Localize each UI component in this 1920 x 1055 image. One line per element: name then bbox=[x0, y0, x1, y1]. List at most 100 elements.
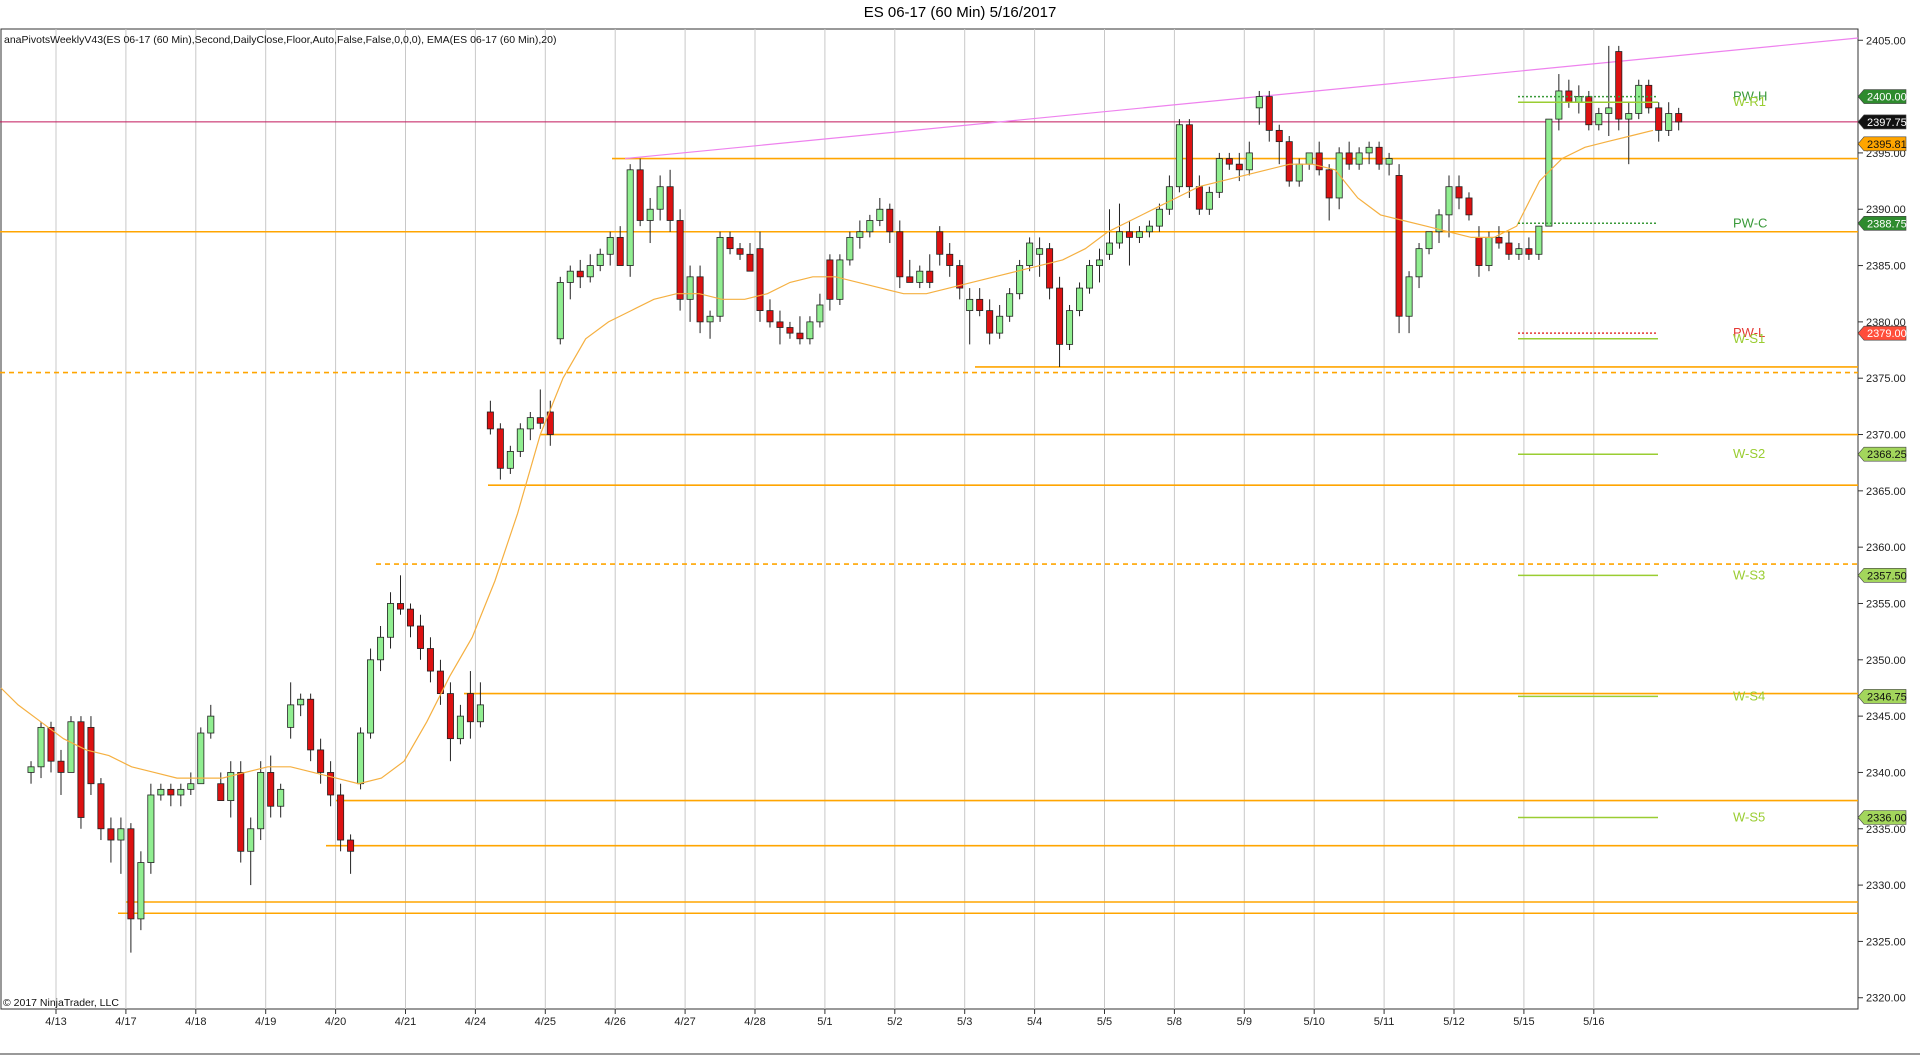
candle-body bbox=[766, 310, 774, 323]
price-tag-text: 2346.75 bbox=[1867, 691, 1907, 703]
candle-body bbox=[1185, 124, 1193, 188]
candle-body bbox=[1615, 51, 1623, 120]
candle-body bbox=[816, 304, 824, 323]
candle-body bbox=[117, 828, 125, 841]
x-tick-label: 5/2 bbox=[887, 1016, 902, 1028]
candle-body bbox=[1076, 287, 1084, 312]
candle-body bbox=[626, 169, 634, 266]
y-tick-label: 2355.00 bbox=[1866, 598, 1906, 610]
candle-body bbox=[866, 220, 874, 233]
candle-body bbox=[1205, 191, 1213, 210]
candle-body bbox=[796, 332, 804, 340]
pivot-label: W-S5 bbox=[1733, 810, 1765, 825]
candle-body bbox=[1525, 248, 1533, 255]
candle-body bbox=[1655, 107, 1663, 131]
candle-body bbox=[486, 411, 494, 430]
y-tick-label: 2375.00 bbox=[1866, 373, 1906, 385]
candle-body bbox=[976, 298, 984, 312]
candle-body bbox=[996, 315, 1004, 334]
candle-body bbox=[207, 715, 215, 734]
candle-body bbox=[47, 726, 55, 762]
candle-body bbox=[1495, 236, 1503, 244]
candle-body bbox=[1675, 113, 1683, 123]
x-tick-label: 5/10 bbox=[1303, 1016, 1324, 1028]
pivot-label: W-S2 bbox=[1733, 446, 1765, 461]
candle-body bbox=[237, 772, 245, 852]
candle-body bbox=[1066, 310, 1074, 345]
candle-body bbox=[786, 327, 794, 334]
candle-body bbox=[656, 186, 664, 210]
x-tick-label: 5/8 bbox=[1167, 1016, 1182, 1028]
plot-area[interactable] bbox=[0, 28, 1859, 1010]
candle-body bbox=[1635, 84, 1643, 114]
candle-body bbox=[1375, 146, 1383, 165]
y-tick-label: 2325.00 bbox=[1866, 936, 1906, 948]
candle-body bbox=[636, 169, 644, 221]
y-tick-label: 2370.00 bbox=[1866, 430, 1906, 442]
candle-body bbox=[746, 253, 754, 272]
candle-body bbox=[1115, 231, 1123, 244]
candle-body bbox=[496, 428, 504, 469]
candle-body bbox=[526, 417, 534, 430]
candle-body bbox=[57, 760, 65, 773]
price-tag-text: 2368.25 bbox=[1867, 449, 1907, 461]
x-tick-label: 4/17 bbox=[115, 1016, 136, 1028]
x-tick-label: 5/15 bbox=[1513, 1016, 1534, 1028]
candle-body bbox=[646, 208, 654, 221]
price-tag-text: 2400.00 bbox=[1867, 92, 1907, 104]
candle-body bbox=[1475, 236, 1483, 266]
candle-body bbox=[1086, 265, 1094, 289]
candle-body bbox=[476, 704, 484, 723]
candle-body bbox=[1535, 225, 1543, 255]
candle-body bbox=[1465, 197, 1473, 216]
candle-body bbox=[1046, 248, 1054, 289]
indicator-label: anaPivotsWeeklyV43(ES 06-17 (60 Min),Sec… bbox=[4, 34, 556, 46]
candle-body bbox=[756, 248, 764, 312]
x-tick-label: 5/3 bbox=[957, 1016, 972, 1028]
candle-body bbox=[1285, 141, 1293, 182]
candle-body bbox=[1295, 163, 1303, 182]
candle-body bbox=[1485, 236, 1493, 266]
candle-body bbox=[506, 451, 514, 469]
candle-body bbox=[696, 276, 704, 323]
candle-body bbox=[576, 270, 584, 278]
candle-body bbox=[1175, 124, 1183, 188]
candle-body bbox=[666, 186, 674, 221]
candle-body bbox=[1585, 96, 1593, 126]
candle-body bbox=[596, 253, 604, 266]
candle-body bbox=[1255, 96, 1263, 109]
candle-body bbox=[456, 715, 464, 740]
y-tick-label: 2405.00 bbox=[1866, 35, 1906, 47]
candle-body bbox=[137, 862, 145, 920]
x-tick-label: 4/25 bbox=[535, 1016, 556, 1028]
candle-body bbox=[1505, 242, 1513, 255]
candle-body bbox=[257, 772, 265, 830]
candle-body bbox=[37, 726, 45, 768]
candle-body bbox=[1225, 158, 1233, 165]
candle-body bbox=[387, 603, 395, 638]
candle-body bbox=[147, 794, 155, 863]
candle-body bbox=[1275, 129, 1283, 143]
candle-body bbox=[217, 783, 225, 802]
candle-body bbox=[297, 698, 305, 706]
candle-body bbox=[856, 231, 864, 238]
x-tick-label: 5/12 bbox=[1443, 1016, 1464, 1028]
candle-body bbox=[676, 220, 684, 300]
candle-body bbox=[536, 417, 544, 424]
candle-body bbox=[1555, 90, 1563, 120]
y-tick-label: 2390.00 bbox=[1866, 204, 1906, 216]
candle-body bbox=[1135, 231, 1143, 238]
candle-body bbox=[1155, 208, 1163, 227]
candle-body bbox=[1215, 158, 1223, 193]
candle-body bbox=[377, 636, 385, 661]
candle-body bbox=[187, 783, 195, 790]
chart-frame[interactable]: 4/13 4/17 4/18 4/19 4/20 4/21 4/24 4/25 4/26 4/27… bbox=[0, 0, 1920, 1055]
candle-body bbox=[1515, 248, 1523, 255]
pivot-label: W-S3 bbox=[1733, 567, 1765, 582]
candle-body bbox=[706, 315, 714, 323]
candle-body bbox=[726, 236, 734, 250]
candle-body bbox=[1365, 146, 1373, 154]
x-tick-label: 4/27 bbox=[674, 1016, 695, 1028]
candle-body bbox=[277, 788, 285, 807]
candle-body bbox=[1345, 152, 1353, 165]
